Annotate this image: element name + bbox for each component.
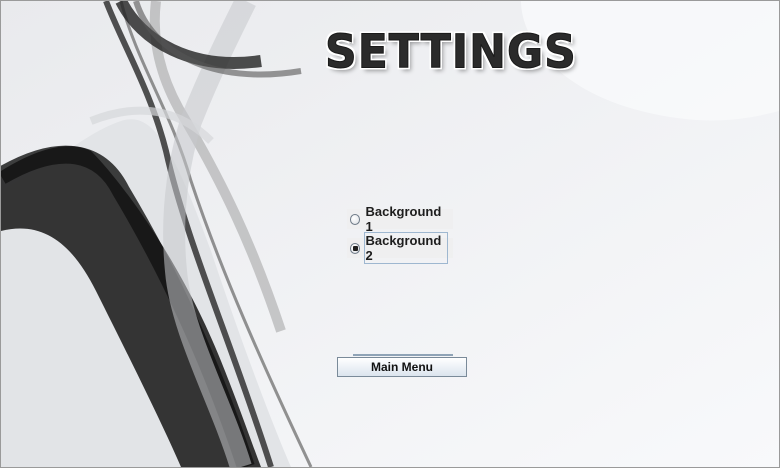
radio-background-2[interactable]: Background 2 xyxy=(347,232,453,264)
page-title: SETTINGS xyxy=(325,25,577,80)
settings-window: SETTINGS Background 1 Background 2 Main … xyxy=(0,0,780,468)
radio-circle-icon[interactable] xyxy=(350,213,361,225)
radio-label: Background 2 xyxy=(364,232,448,264)
radio-label: Background 1 xyxy=(365,204,442,234)
radio-checked-icon[interactable] xyxy=(350,242,361,254)
button-highlight-line xyxy=(353,354,453,356)
radio-background-1[interactable]: Background 1 xyxy=(347,204,453,234)
main-menu-button[interactable]: Main Menu xyxy=(337,357,467,377)
